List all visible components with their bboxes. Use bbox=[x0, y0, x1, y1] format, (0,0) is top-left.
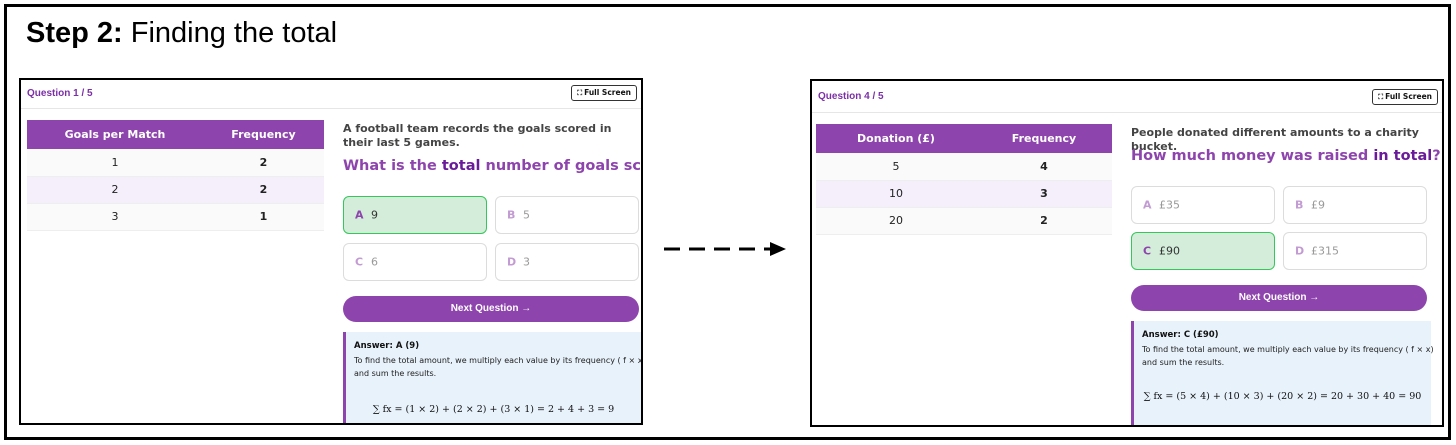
table-row: 1 2 bbox=[27, 149, 324, 177]
step-title-text: Finding the total bbox=[130, 17, 338, 49]
table-cell-frequency: 4 bbox=[976, 153, 1112, 181]
full-screen-button[interactable]: ⛶ Full Screen bbox=[571, 85, 637, 101]
question-emphasis: total bbox=[441, 158, 481, 174]
option-b[interactable]: B 5 bbox=[495, 196, 639, 234]
column-header: Goals per Match bbox=[27, 120, 203, 149]
answer-explanation-box: Answer: C (£90) To find the total amount… bbox=[1131, 321, 1434, 425]
option-letter: C bbox=[355, 255, 364, 269]
option-c[interactable]: C 6 bbox=[343, 243, 487, 281]
full-screen-label: Full Screen bbox=[1385, 92, 1432, 101]
answer-formula: ∑ fx = (5 × 4) + (10 × 3) + (20 × 2) = 2… bbox=[1143, 391, 1422, 402]
option-text: £90 bbox=[1159, 244, 1180, 258]
question-text-pre: What is the bbox=[343, 158, 442, 174]
table-cell-frequency: 1 bbox=[203, 203, 324, 231]
dashed-arrow-icon bbox=[664, 242, 786, 256]
quiz-panel-question-4: Question 4 / 5 ⛶ Full Screen Donation (£)… bbox=[810, 79, 1444, 427]
option-text: £35 bbox=[1159, 198, 1180, 212]
question-text-post: ? bbox=[1432, 148, 1441, 164]
question-emphasis: in total bbox=[1373, 148, 1433, 164]
answer-title: Answer: A (9) bbox=[354, 341, 420, 351]
answer-title: Answer: C (£90) bbox=[1142, 330, 1219, 340]
question-text-pre: How much money was raised bbox=[1131, 148, 1374, 164]
question-counter: Question 4 / 5 bbox=[818, 91, 884, 102]
table-row: 3 1 bbox=[27, 203, 324, 231]
option-d[interactable]: D £315 bbox=[1283, 232, 1427, 270]
step-label: Step 2: bbox=[26, 17, 123, 49]
full-screen-label: Full Screen bbox=[584, 88, 631, 97]
option-c[interactable]: C £90 bbox=[1131, 232, 1275, 270]
table-row: 20 2 bbox=[816, 207, 1112, 235]
table-cell-frequency: 2 bbox=[976, 207, 1112, 235]
answer-explanation-box: Answer: A (9) To find the total amount, … bbox=[343, 332, 643, 423]
table-cell-value: 2 bbox=[27, 176, 203, 204]
answer-explanation: To find the total amount, we multiply ea… bbox=[354, 356, 643, 378]
table-row: 5 4 bbox=[816, 153, 1112, 181]
option-letter: A bbox=[355, 208, 364, 222]
column-header: Frequency bbox=[203, 120, 324, 149]
question-text-post: number of goals scored? bbox=[485, 158, 642, 174]
next-question-button[interactable]: Next Question → bbox=[1131, 285, 1427, 311]
table-row: 2 2 bbox=[27, 176, 324, 204]
answer-formula: ∑ fx = (1 × 2) + (2 × 2) + (3 × 1) = 2 +… bbox=[372, 404, 615, 415]
question-context: A football team records the goals scored… bbox=[343, 122, 612, 149]
table-header-row: Donation (£) Frequency bbox=[816, 124, 1112, 153]
table-cell-value: 20 bbox=[816, 207, 976, 235]
option-text: 6 bbox=[371, 255, 378, 269]
frequency-table: Goals per Match Frequency 1 2 2 2 3 1 bbox=[27, 120, 324, 231]
table-cell-value: 3 bbox=[27, 203, 203, 231]
option-letter: A bbox=[1143, 198, 1152, 212]
table-row: 10 3 bbox=[816, 180, 1112, 208]
question-header: Question 4 / 5 ⛶ Full Screen bbox=[812, 81, 1442, 113]
option-letter: C bbox=[1143, 244, 1152, 258]
column-header: Frequency bbox=[976, 124, 1112, 153]
next-question-button[interactable]: Next Question → bbox=[343, 296, 639, 322]
option-b[interactable]: B £9 bbox=[1283, 186, 1427, 224]
table-cell-frequency: 3 bbox=[976, 180, 1112, 208]
table-cell-value: 1 bbox=[27, 149, 203, 177]
column-header: Donation (£) bbox=[816, 124, 976, 153]
table-cell-value: 5 bbox=[816, 153, 976, 181]
frequency-table: Donation (£) Frequency 5 4 10 3 20 2 bbox=[816, 124, 1112, 235]
option-text: £315 bbox=[1311, 244, 1339, 258]
option-text: 9 bbox=[371, 208, 378, 222]
expand-icon: ⛶ bbox=[577, 89, 583, 97]
question-header: Question 1 / 5 ⛶ Full Screen bbox=[21, 80, 641, 109]
option-text: £9 bbox=[1311, 198, 1325, 212]
question-counter: Question 1 / 5 bbox=[27, 88, 93, 99]
option-letter: B bbox=[507, 208, 516, 222]
expand-icon: ⛶ bbox=[1378, 93, 1384, 101]
option-text: 5 bbox=[523, 208, 530, 222]
option-letter: D bbox=[1295, 244, 1305, 258]
table-cell-frequency: 2 bbox=[203, 149, 324, 177]
question-text: What is the total number of goals scored… bbox=[343, 158, 642, 174]
question-text: How much money was raised in total? bbox=[1131, 148, 1441, 164]
option-a[interactable]: A £35 bbox=[1131, 186, 1275, 224]
option-a[interactable]: A 9 bbox=[343, 196, 487, 234]
table-header-row: Goals per Match Frequency bbox=[27, 120, 324, 149]
option-letter: B bbox=[1295, 198, 1304, 212]
step-heading: Step 2: Finding the total bbox=[26, 17, 337, 50]
table-cell-value: 10 bbox=[816, 180, 976, 208]
table-cell-frequency: 2 bbox=[203, 176, 324, 204]
option-letter: D bbox=[507, 255, 517, 269]
full-screen-button[interactable]: ⛶ Full Screen bbox=[1372, 89, 1438, 105]
option-d[interactable]: D 3 bbox=[495, 243, 639, 281]
option-text: 3 bbox=[523, 255, 530, 269]
quiz-panel-question-1: Question 1 / 5 ⛶ Full Screen Goals per Ma… bbox=[19, 78, 643, 425]
answer-explanation: To find the total amount, we multiply ea… bbox=[1142, 345, 1434, 367]
